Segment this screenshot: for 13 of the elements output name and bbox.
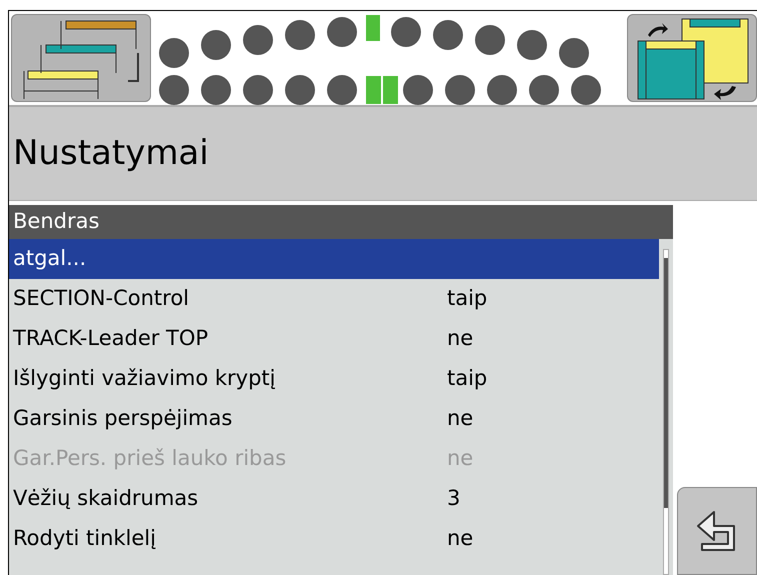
swap-screens-button[interactable]	[627, 14, 757, 102]
settings-row[interactable]: Rodyti tinklelį ne	[9, 519, 659, 559]
back-button[interactable]	[677, 487, 757, 575]
scrollbar[interactable]	[663, 249, 669, 575]
settings-row[interactable]: atgal...	[9, 239, 659, 279]
settings-row[interactable]: SECTION-Control taip	[9, 279, 659, 319]
tracks-button[interactable]	[11, 14, 151, 102]
settings-row[interactable]: Garsinis perspėjimas ne	[9, 399, 659, 439]
list-header: Bendras	[9, 205, 673, 239]
settings-row[interactable]: Vėžių skaidrumas 3	[9, 479, 659, 519]
settings-row[interactable]: TRACK-Leader TOP ne	[9, 319, 659, 359]
settings-row[interactable]: Išlyginti važiavimo kryptį taip	[9, 359, 659, 399]
page-title: Nustatymai	[13, 132, 209, 175]
